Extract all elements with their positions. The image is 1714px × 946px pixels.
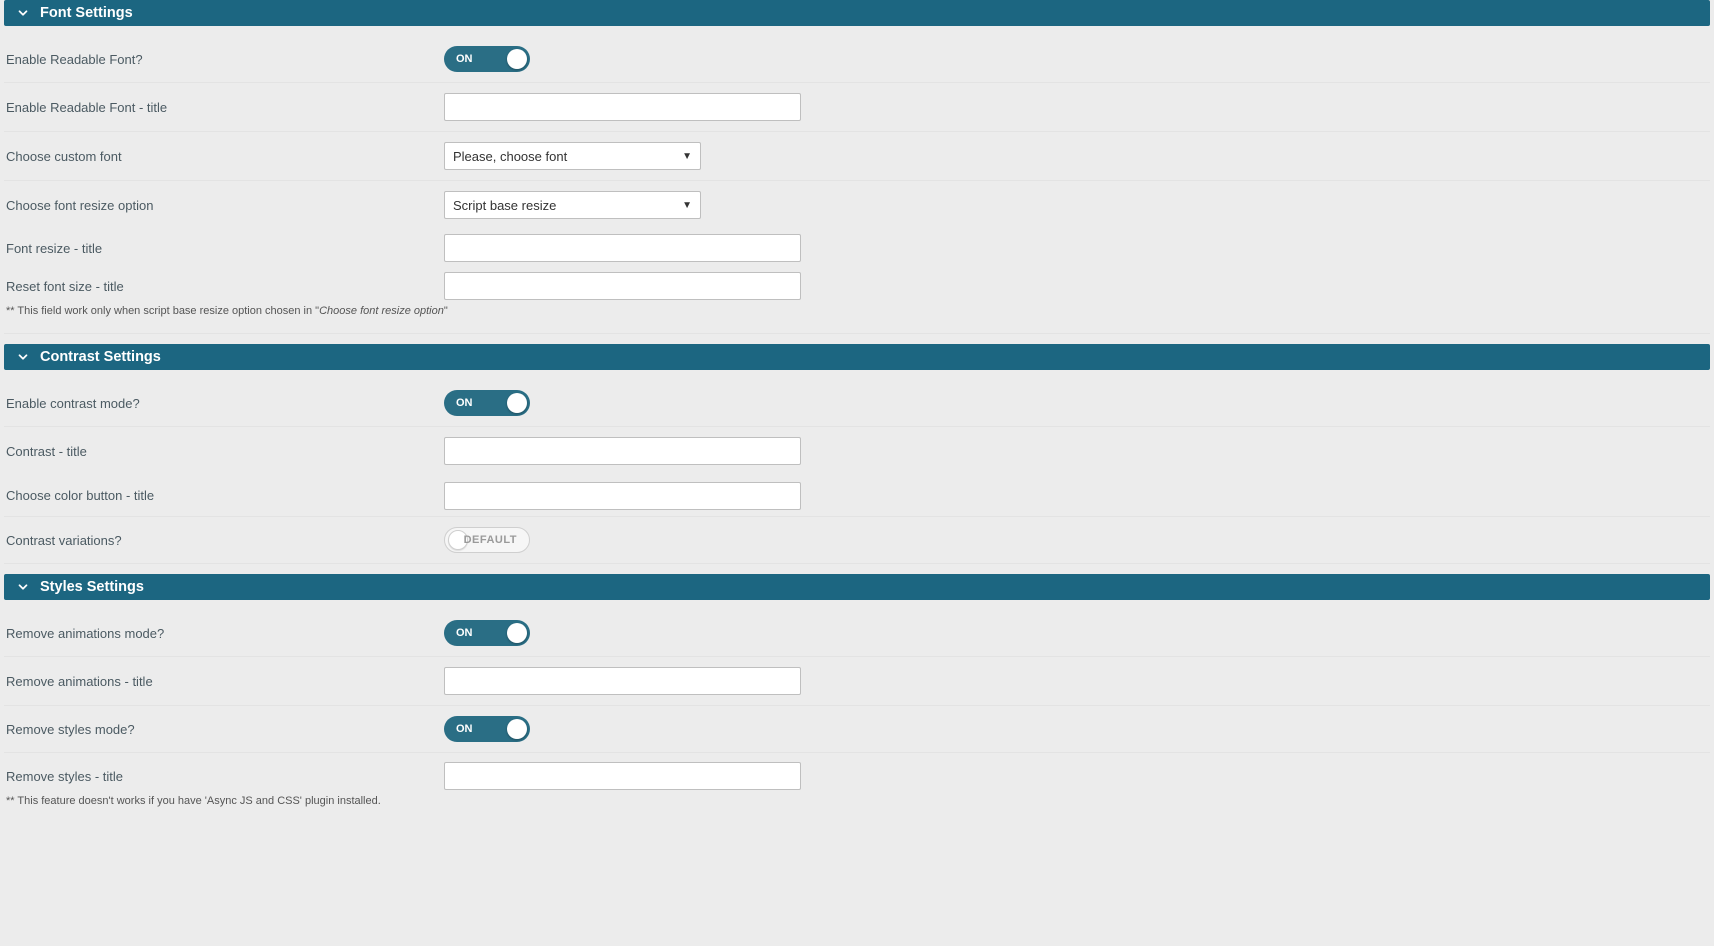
label-remove-styles: Remove styles mode? xyxy=(4,722,444,737)
row-remove-styles: Remove styles mode? ON xyxy=(4,706,1710,753)
toggle-remove-styles[interactable]: ON xyxy=(444,716,530,742)
select-choose-custom-font[interactable]: Please, choose font ▼ xyxy=(444,142,701,170)
note-font-resize: ** This field work only when script base… xyxy=(4,305,1710,327)
section-title: Contrast Settings xyxy=(40,349,161,365)
row-remove-animations: Remove animations mode? ON xyxy=(4,610,1710,657)
row-choose-custom-font: Choose custom font Please, choose font ▼ xyxy=(4,132,1710,181)
input-remove-styles-title[interactable] xyxy=(444,762,801,790)
dropdown-arrow-icon: ▼ xyxy=(682,151,692,162)
toggle-label: DEFAULT xyxy=(464,534,517,546)
label-reset-font-title: Reset font size - title xyxy=(4,279,444,294)
toggle-remove-animations[interactable]: ON xyxy=(444,620,530,646)
label-contrast-title: Contrast - title xyxy=(4,444,444,459)
section-header-font[interactable]: Font Settings xyxy=(4,0,1710,26)
label-choose-resize-option: Choose font resize option xyxy=(4,198,444,213)
label-font-resize-title: Font resize - title xyxy=(4,241,444,256)
input-readable-font-title[interactable] xyxy=(444,93,801,121)
chevron-down-icon xyxy=(14,4,32,22)
label-remove-animations-title: Remove animations - title xyxy=(4,674,444,689)
row-remove-animations-title: Remove animations - title xyxy=(4,657,1710,706)
input-reset-font-title[interactable] xyxy=(444,272,801,300)
section-header-styles[interactable]: Styles Settings xyxy=(4,574,1710,600)
row-color-button-title: Choose color button - title xyxy=(4,475,1710,517)
section-title: Styles Settings xyxy=(40,579,144,595)
input-font-resize-title[interactable] xyxy=(444,234,801,262)
toggle-knob xyxy=(507,623,527,643)
label-contrast-variations: Contrast variations? xyxy=(4,533,444,548)
toggle-knob xyxy=(507,719,527,739)
chevron-down-icon xyxy=(14,578,32,596)
row-remove-styles-title: Remove styles - title xyxy=(4,753,1710,795)
toggle-enable-readable-font[interactable]: ON xyxy=(444,46,530,72)
row-readable-font-title: Enable Readable Font - title xyxy=(4,83,1710,132)
section-body-font: Enable Readable Font? ON Enable Readable… xyxy=(0,26,1714,344)
toggle-label: ON xyxy=(456,53,473,65)
row-font-resize-title: Font resize - title xyxy=(4,229,1710,267)
row-contrast-variations: Contrast variations? DEFAULT xyxy=(4,517,1710,564)
section-body-styles: Remove animations mode? ON Remove animat… xyxy=(0,600,1714,817)
toggle-label: ON xyxy=(456,627,473,639)
label-readable-font-title: Enable Readable Font - title xyxy=(4,100,444,115)
toggle-label: ON xyxy=(456,723,473,735)
toggle-knob xyxy=(507,49,527,69)
row-reset-font-title: Reset font size - title xyxy=(4,267,1710,305)
section-header-contrast[interactable]: Contrast Settings xyxy=(4,344,1710,370)
toggle-enable-contrast[interactable]: ON xyxy=(444,390,530,416)
label-enable-readable-font: Enable Readable Font? xyxy=(4,52,444,67)
row-contrast-title: Contrast - title xyxy=(4,427,1710,475)
row-enable-contrast: Enable contrast mode? ON xyxy=(4,380,1710,427)
section-body-contrast: Enable contrast mode? ON Contrast - titl… xyxy=(0,370,1714,574)
input-contrast-title[interactable] xyxy=(444,437,801,465)
toggle-contrast-variations[interactable]: DEFAULT xyxy=(444,527,530,553)
label-choose-custom-font: Choose custom font xyxy=(4,149,444,164)
dropdown-arrow-icon: ▼ xyxy=(682,200,692,211)
label-enable-contrast: Enable contrast mode? xyxy=(4,396,444,411)
row-choose-resize-option: Choose font resize option Script base re… xyxy=(4,181,1710,229)
toggle-label: ON xyxy=(456,397,473,409)
input-color-button-title[interactable] xyxy=(444,482,801,510)
label-remove-styles-title: Remove styles - title xyxy=(4,769,444,784)
select-choose-resize-option[interactable]: Script base resize ▼ xyxy=(444,191,701,219)
section-title: Font Settings xyxy=(40,5,133,21)
chevron-down-icon xyxy=(14,348,32,366)
label-remove-animations: Remove animations mode? xyxy=(4,626,444,641)
select-value: Please, choose font xyxy=(453,149,567,164)
input-remove-animations-title[interactable] xyxy=(444,667,801,695)
toggle-knob xyxy=(507,393,527,413)
label-color-button-title: Choose color button - title xyxy=(4,488,444,503)
note-remove-styles: ** This feature doesn't works if you hav… xyxy=(4,795,1710,817)
select-value: Script base resize xyxy=(453,198,556,213)
row-enable-readable-font: Enable Readable Font? ON xyxy=(4,36,1710,83)
